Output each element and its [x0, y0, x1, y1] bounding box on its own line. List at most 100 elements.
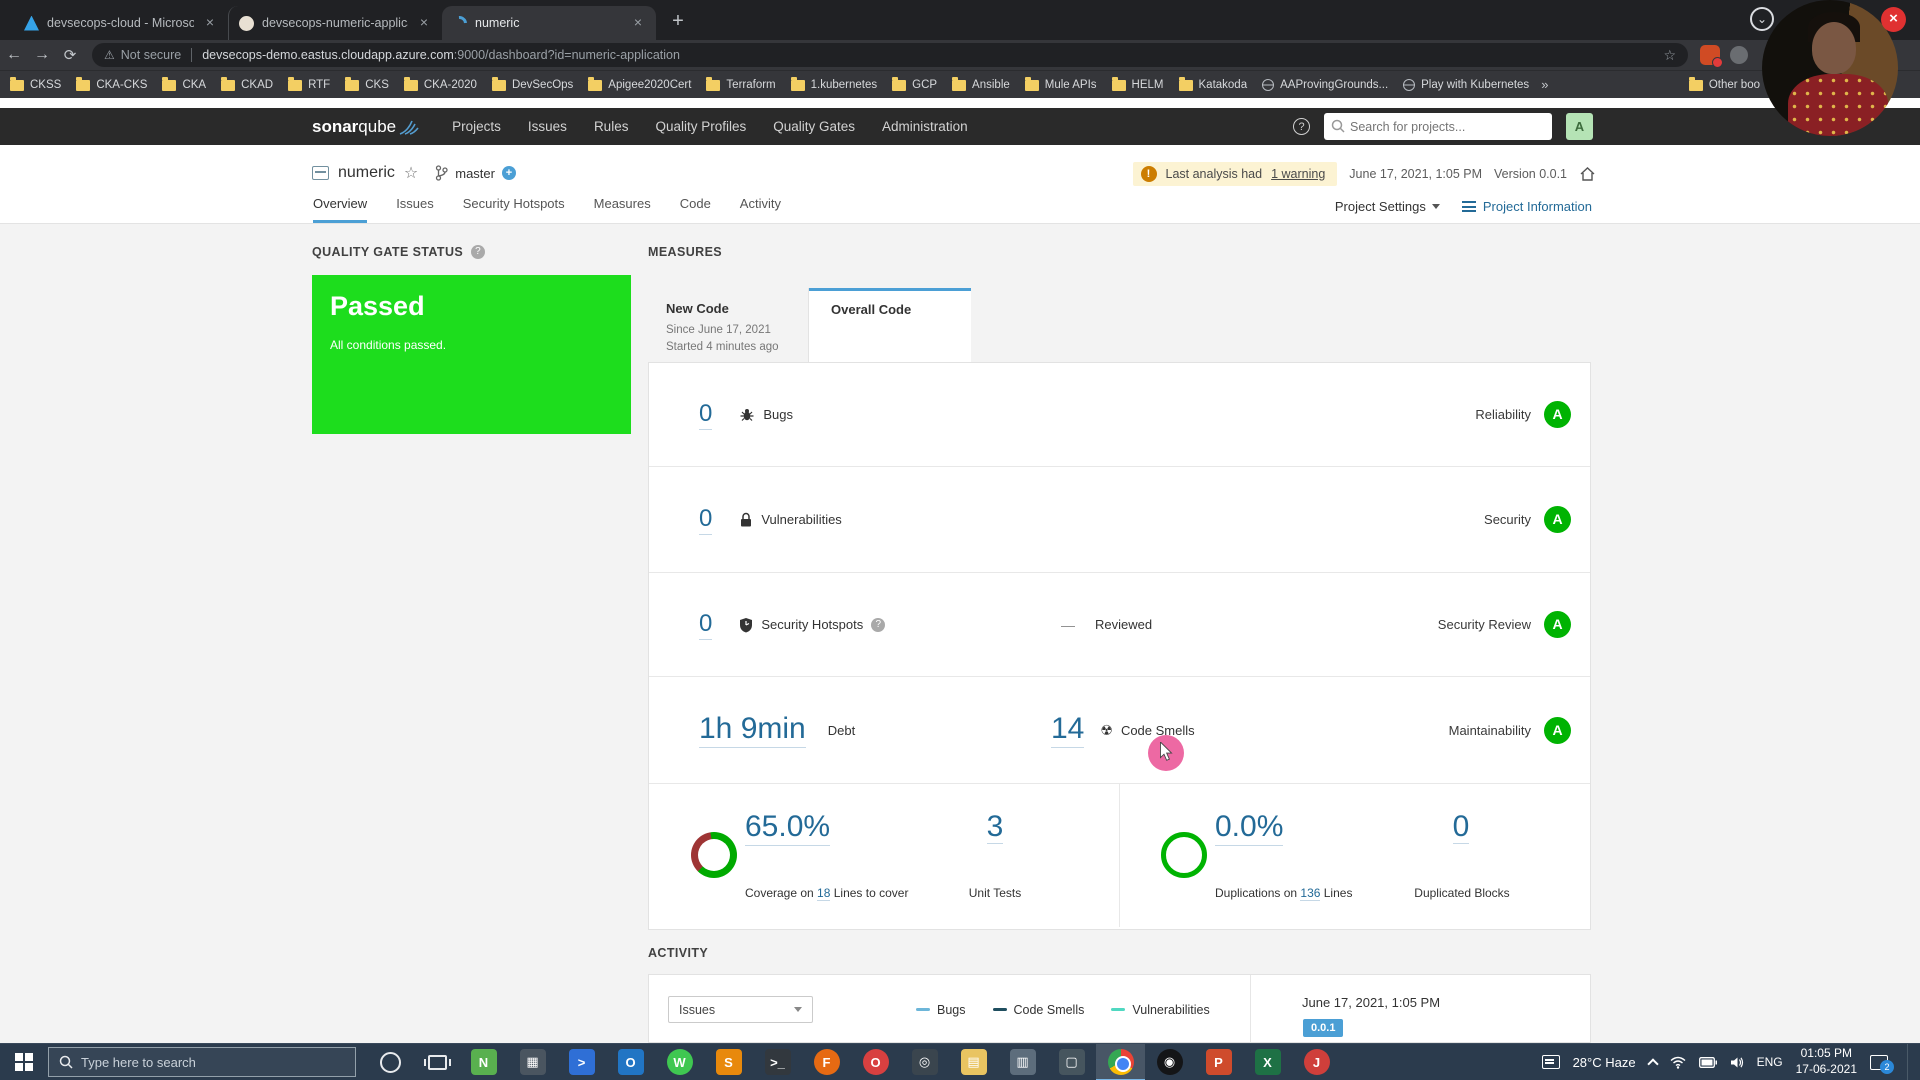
taskbar-app[interactable]: ▢ — [1047, 1044, 1096, 1080]
notification-center-icon[interactable]: 2 — [1870, 1055, 1888, 1070]
coverage-percent[interactable]: 65.0% — [745, 810, 830, 846]
sonar-nav-item[interactable]: Quality Profiles — [655, 119, 746, 134]
taskbar-app[interactable]: O — [606, 1044, 655, 1080]
show-desktop-button[interactable] — [1907, 1044, 1912, 1080]
duplications-percent[interactable]: 0.0% — [1215, 810, 1283, 846]
maintainability-rating-badge[interactable]: A — [1544, 717, 1571, 744]
project-settings-button[interactable]: Project Settings — [1335, 199, 1440, 214]
taskbar-app[interactable]: ▤ — [949, 1044, 998, 1080]
duplications-lines-link[interactable]: 136 — [1300, 886, 1320, 901]
cortana-icon[interactable] — [380, 1052, 401, 1073]
bookmark-item[interactable]: Ansible — [952, 78, 1010, 91]
bookmark-item[interactable]: DevSecOps — [492, 78, 573, 91]
sonar-nav-item[interactable]: Issues — [528, 119, 567, 134]
bookmark-item[interactable]: Katakoda — [1179, 78, 1248, 91]
taskbar-app[interactable]: >_ — [753, 1044, 802, 1080]
legend-item[interactable]: Code Smells — [993, 1003, 1085, 1017]
bookmark-item[interactable]: CKSS — [10, 78, 61, 91]
browser-tab[interactable]: devsecops-cloud - Microsoft Azu — [14, 6, 228, 40]
taskbar-app[interactable]: F — [802, 1044, 851, 1080]
code-smells-count[interactable]: 14 — [1051, 712, 1084, 748]
branch-add-icon[interactable] — [502, 166, 516, 180]
taskbar-clock[interactable]: 01:05 PM 17-06-2021 — [1796, 1046, 1857, 1077]
other-bookmarks[interactable]: Other boo — [1689, 71, 1760, 98]
media-control-icon[interactable]: ⌄ — [1750, 7, 1774, 31]
recorder-stop-button[interactable] — [1881, 7, 1906, 32]
tab-overall-code[interactable]: Overall Code — [809, 288, 971, 362]
adblock-extension-icon[interactable] — [1700, 45, 1720, 65]
sonar-nav-item[interactable]: Projects — [452, 119, 501, 134]
bookmark-item[interactable]: Play with Kubernetes — [1403, 79, 1529, 91]
browser-tab[interactable]: devsecops-numeric-application | — [228, 6, 442, 40]
tab-close-icon[interactable] — [416, 15, 432, 31]
unit-tests-count[interactable]: 3 — [965, 810, 1025, 844]
weather-widget[interactable]: 28°C Haze — [1573, 1055, 1636, 1070]
reload-icon[interactable]: ⟳ — [56, 46, 84, 64]
bookmark-item[interactable]: RTF — [288, 78, 330, 91]
user-avatar[interactable]: A — [1566, 113, 1593, 140]
taskbar-app[interactable]: X — [1243, 1044, 1292, 1080]
legend-item[interactable]: Vulnerabilities — [1111, 1003, 1209, 1017]
taskbar-app[interactable]: P — [1194, 1044, 1243, 1080]
taskbar-app[interactable]: ◉ — [1145, 1044, 1194, 1080]
branch-selector[interactable]: master — [435, 165, 516, 181]
taskbar-app[interactable]: O — [851, 1044, 900, 1080]
bookmark-item[interactable]: CKA — [162, 78, 206, 91]
help-icon[interactable] — [1293, 118, 1310, 135]
taskbar-app[interactable]: > — [557, 1044, 606, 1080]
favorite-star-icon[interactable] — [404, 163, 418, 183]
project-tab[interactable]: Issues — [396, 196, 434, 223]
bookmarks-overflow-chevron[interactable] — [1541, 77, 1548, 92]
activity-filter-select[interactable]: Issues — [668, 996, 813, 1023]
security-review-rating-badge[interactable]: A — [1544, 611, 1571, 638]
help-icon[interactable] — [471, 245, 485, 259]
bookmark-item[interactable]: CKS — [345, 78, 389, 91]
hotspots-count[interactable]: 0 — [699, 610, 712, 640]
browser-tab[interactable]: numeric — [442, 6, 656, 40]
bookmark-star-icon[interactable] — [1663, 47, 1676, 64]
bookmark-item[interactable]: GCP — [892, 78, 937, 91]
project-information-button[interactable]: Project Information — [1462, 199, 1592, 214]
project-tab[interactable]: Measures — [594, 196, 651, 223]
new-tab-button[interactable]: + — [664, 8, 692, 36]
tab-close-icon[interactable] — [202, 15, 218, 31]
bookmark-item[interactable]: CKA-CKS — [76, 78, 147, 91]
taskbar-app[interactable]: J — [1292, 1044, 1341, 1080]
sonar-nav-item[interactable]: Quality Gates — [773, 119, 855, 134]
bookmark-item[interactable]: Mule APIs — [1025, 78, 1097, 91]
home-icon[interactable] — [1579, 166, 1596, 182]
project-tab[interactable]: Activity — [740, 196, 781, 223]
forward-icon[interactable]: → — [28, 46, 56, 64]
taskbar-app[interactable]: W — [655, 1044, 704, 1080]
coverage-lines-link[interactable]: 18 — [817, 886, 830, 901]
bookmark-item[interactable]: HELM — [1112, 78, 1164, 91]
taskbar-search[interactable]: Type here to search — [48, 1047, 356, 1077]
address-bar[interactable]: Not secure devsecops-demo.eastus.cloudap… — [92, 43, 1688, 67]
bookmark-item[interactable]: CKAD — [221, 78, 273, 91]
sonarqube-logo[interactable]: sonarqube — [312, 117, 420, 137]
battery-icon[interactable] — [1699, 1057, 1717, 1068]
extension-icon[interactable] — [1730, 46, 1748, 64]
bookmark-item[interactable]: 1.kubernetes — [791, 78, 878, 91]
legend-item[interactable]: Bugs — [916, 1003, 966, 1017]
bugs-count[interactable]: 0 — [699, 400, 712, 430]
news-widget-icon[interactable] — [1542, 1055, 1560, 1069]
tab-close-icon[interactable] — [630, 15, 646, 31]
project-tab[interactable]: Overview — [313, 196, 367, 223]
debt-value[interactable]: 1h 9min — [699, 712, 806, 748]
tab-new-code[interactable]: New Code Since June 17, 2021 Started 4 m… — [648, 288, 809, 362]
back-icon[interactable]: ← — [0, 46, 28, 64]
taskbar-app[interactable]: ◎ — [900, 1044, 949, 1080]
taskbar-app[interactable]: ▦ — [508, 1044, 557, 1080]
project-tab[interactable]: Security Hotspots — [463, 196, 565, 223]
taskbar-app[interactable] — [1096, 1044, 1145, 1080]
bookmark-item[interactable]: CKA-2020 — [404, 78, 477, 91]
wifi-icon[interactable] — [1670, 1056, 1686, 1069]
taskbar-app[interactable]: S — [704, 1044, 753, 1080]
sonar-nav-item[interactable]: Rules — [594, 119, 629, 134]
duplicated-blocks-count[interactable]: 0 — [1429, 810, 1493, 844]
security-rating-badge[interactable]: A — [1544, 506, 1571, 533]
sonar-nav-item[interactable]: Administration — [882, 119, 968, 134]
language-indicator[interactable]: ENG — [1757, 1055, 1783, 1069]
reliability-rating-badge[interactable]: A — [1544, 401, 1571, 428]
